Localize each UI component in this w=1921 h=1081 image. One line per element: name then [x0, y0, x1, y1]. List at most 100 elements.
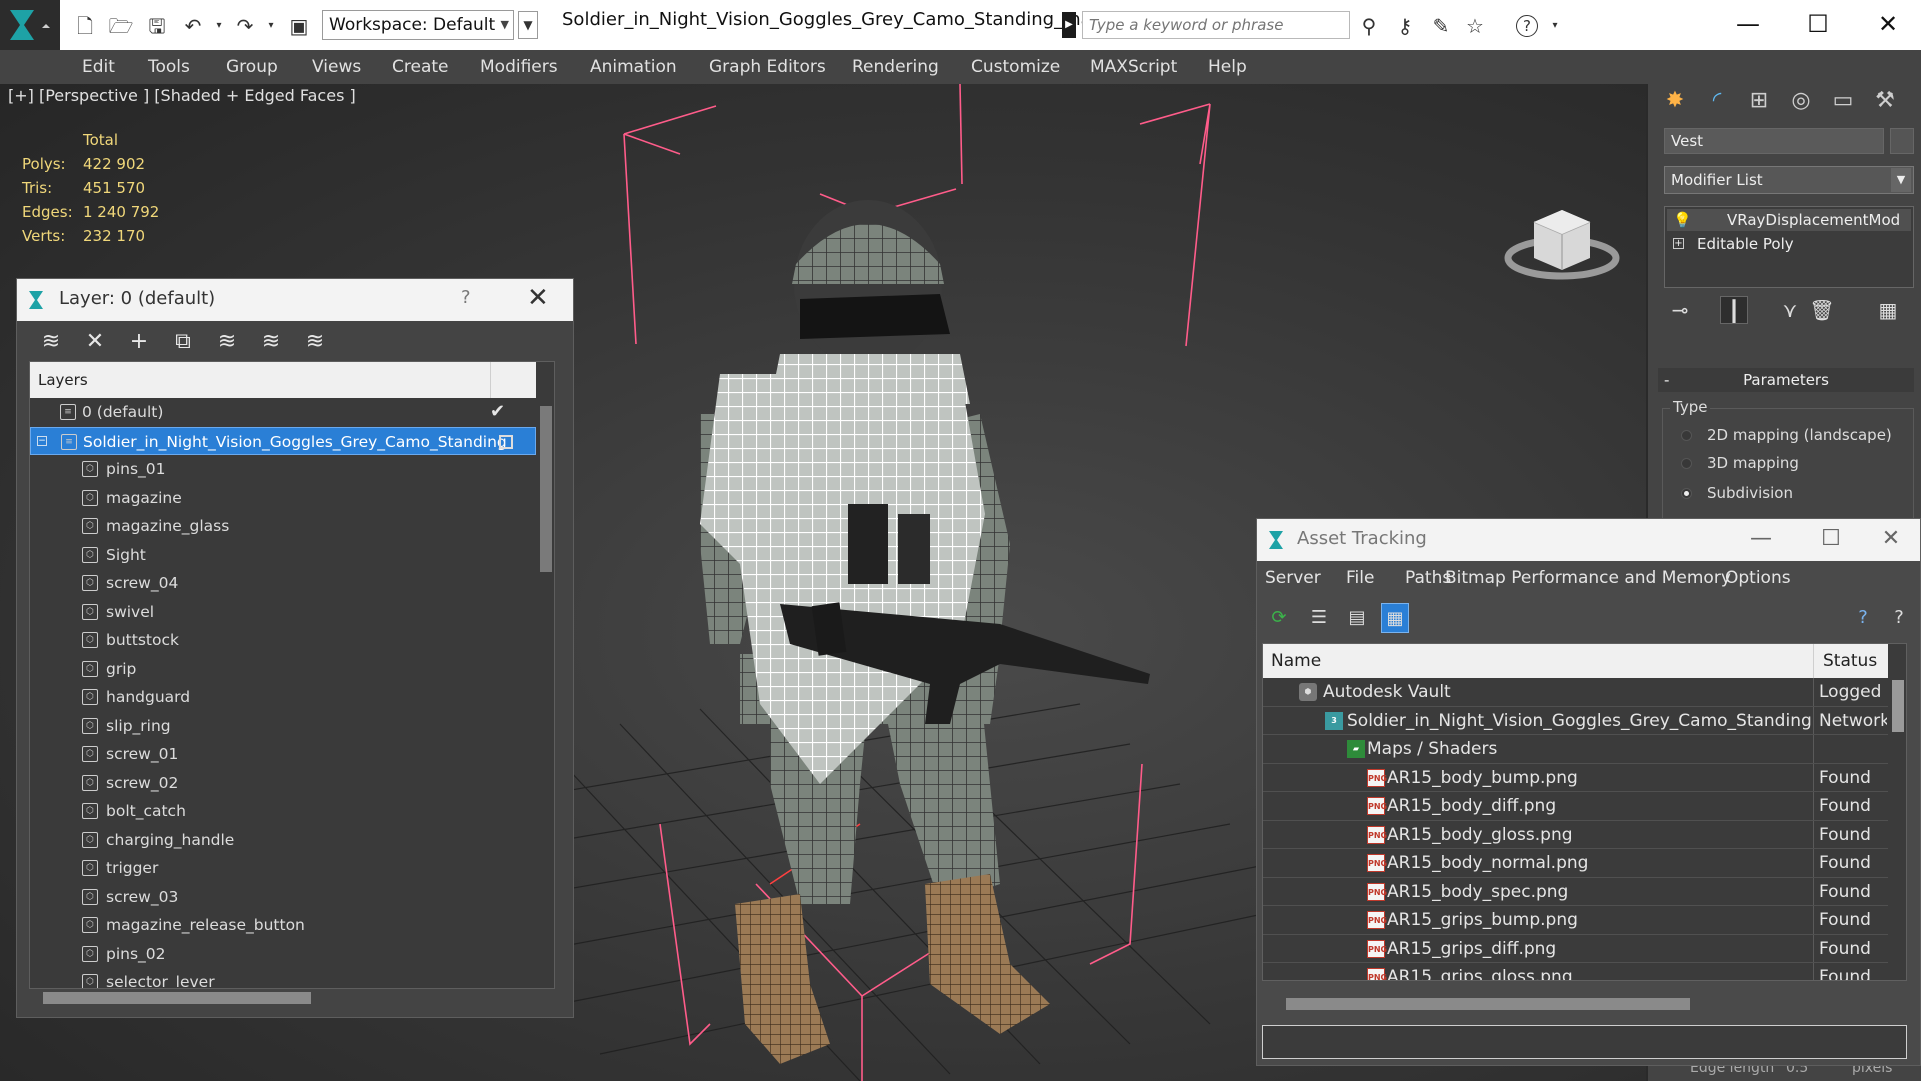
help-icon[interactable]: ?	[1516, 15, 1538, 37]
vertical-scrollbar[interactable]	[536, 398, 554, 988]
menu-rendering[interactable]: Rendering	[852, 50, 939, 84]
hierarchy-tab-icon[interactable]: ⊞	[1740, 84, 1778, 118]
app-logo-icon[interactable]	[0, 0, 60, 50]
menu-tools[interactable]: Tools	[148, 50, 190, 84]
search-expand-icon[interactable]: ▶	[1062, 12, 1076, 38]
layer-object-item[interactable]: ⬡ magazine	[30, 484, 536, 513]
scroll-thumb[interactable]	[1286, 998, 1690, 1010]
layer-object-item[interactable]: ⬡ trigger	[30, 854, 536, 883]
thumbnail-view-icon[interactable]: ▤	[1343, 603, 1371, 633]
help-icon[interactable]: ?	[1849, 603, 1877, 633]
key-icon[interactable]: ⚷	[1392, 13, 1418, 39]
undo-icon[interactable]: ↶	[180, 13, 206, 39]
menu-modifiers[interactable]: Modifiers	[480, 50, 558, 84]
select-objects-icon[interactable]: ≋	[211, 325, 243, 359]
set-current-layer-box[interactable]	[499, 434, 513, 449]
add-layer-icon[interactable]: +	[123, 325, 155, 359]
layer-object-item[interactable]: ⬡ screw_04	[30, 569, 536, 598]
search-input[interactable]	[1082, 11, 1350, 39]
asset-row-file[interactable]: PNG AR15_body_spec.png Found	[1263, 877, 1888, 906]
redo-dropdown-icon[interactable]: ▾	[258, 13, 284, 39]
hide-all-icon[interactable]: ≋	[299, 325, 331, 359]
asset-row-file[interactable]: PNG AR15_grips_gloss.png Found	[1263, 963, 1888, 980]
layer-object-item[interactable]: ⬡ charging_handle	[30, 826, 536, 855]
object-color-swatch[interactable]	[1890, 128, 1914, 154]
utilities-tab-icon[interactable]: ⚒	[1866, 84, 1904, 118]
layer-object-item[interactable]: ⬡ pins_02	[30, 940, 536, 969]
layers-column-header[interactable]: Layers	[30, 362, 536, 398]
status-column-header[interactable]: Status	[1823, 644, 1877, 678]
asset-row-scene[interactable]: 3 Soldier_in_Night_Vision_Goggles_Grey_Ca…	[1263, 706, 1888, 735]
modifier-list-dropdown[interactable]: Modifier List ▼	[1664, 166, 1914, 194]
binoculars-icon[interactable]: ⚲	[1356, 13, 1382, 39]
menu-views[interactable]: Views	[312, 50, 361, 84]
radio-subdivision[interactable]: Subdivision	[1681, 481, 1911, 505]
menu-maxscript[interactable]: MAXScript	[1090, 50, 1177, 84]
asset-row-file[interactable]: PNG AR15_body_bump.png Found	[1263, 763, 1888, 792]
refresh-icon[interactable]: ⟳	[1265, 603, 1293, 633]
add-selection-icon[interactable]: ⧉	[167, 325, 199, 359]
undo-dropdown-icon[interactable]: ▾	[206, 13, 232, 39]
delete-layer-icon[interactable]: ✕	[79, 325, 111, 359]
asset-row-file[interactable]: PNG AR15_grips_bump.png Found	[1263, 906, 1888, 935]
object-name-field[interactable]: Vest	[1664, 128, 1884, 154]
menu-edit[interactable]: Edit	[82, 50, 115, 84]
workspace-menu-icon[interactable]: ▼	[518, 11, 538, 39]
new-file-icon[interactable]: 🗋	[72, 13, 98, 39]
asset-row-file[interactable]: PNG AR15_body_gloss.png Found	[1263, 820, 1888, 849]
asset-row-file[interactable]: PNG AR15_grips_diff.png Found	[1263, 934, 1888, 963]
layer-object-item[interactable]: ⬡ selector_lever	[30, 968, 536, 988]
display-tab-icon[interactable]: ▭	[1824, 84, 1862, 118]
layer-object-item[interactable]: ⬡ handguard	[30, 683, 536, 712]
horizontal-scrollbar[interactable]	[29, 989, 555, 1007]
save-icon[interactable]: 🖫	[144, 13, 170, 39]
menu-server[interactable]: Server	[1265, 561, 1321, 595]
asset-dialog-titlebar[interactable]: Asset Tracking — ☐ ✕	[1257, 519, 1920, 561]
modify-tab-icon[interactable]: ◜	[1698, 84, 1736, 118]
horizontal-scrollbar[interactable]	[1262, 995, 1907, 1013]
asset-row-maps[interactable]: ▰ Maps / Shaders	[1263, 735, 1888, 764]
layer-row-default[interactable]: ≡ 0 (default) ✔	[30, 398, 536, 427]
layer-object-item[interactable]: ⬡ Sight	[30, 541, 536, 570]
star-icon[interactable]: ☆	[1462, 13, 1488, 39]
signin-icon[interactable]: ✎	[1428, 13, 1454, 39]
help-icon[interactable]: ?	[461, 287, 471, 308]
name-column-header[interactable]: Name	[1271, 644, 1321, 678]
parameters-rollout-header[interactable]: - Parameters	[1658, 368, 1914, 392]
layer-object-item[interactable]: ⬡ slip_ring	[30, 712, 536, 741]
menu-customize[interactable]: Customize	[971, 50, 1060, 84]
open-file-icon[interactable]: 🗁	[108, 13, 134, 39]
menu-help[interactable]: Help	[1208, 50, 1247, 84]
menu-create[interactable]: Create	[392, 50, 449, 84]
lightbulb-icon[interactable]: 💡	[1673, 209, 1692, 231]
viewport-label[interactable]: [+] [Perspective ] [Shaded + Edged Faces…	[8, 86, 356, 105]
layer-object-item[interactable]: ⬡ screw_02	[30, 769, 536, 798]
layer-object-item[interactable]: ⬡ magazine_release_button	[30, 911, 536, 940]
table-view-icon[interactable]: ▦	[1381, 603, 1409, 633]
menu-animation[interactable]: Animation	[590, 50, 677, 84]
make-unique-icon[interactable]: ⋎	[1776, 296, 1804, 324]
menu-bitmap-performance[interactable]: Bitmap Performance and Memory	[1445, 561, 1731, 595]
scroll-thumb[interactable]	[43, 992, 311, 1004]
configure-sets-icon[interactable]: ▦	[1874, 296, 1902, 324]
list-view-icon[interactable]: ☰	[1305, 603, 1333, 633]
maximize-button[interactable]: ☐	[1798, 6, 1838, 42]
close-icon[interactable]: ✕	[527, 283, 549, 313]
minimize-button[interactable]: —	[1728, 6, 1768, 42]
menu-graph-editors[interactable]: Graph Editors	[709, 50, 826, 84]
layer-dialog-titlebar[interactable]: Layer: 0 (default) ? ✕	[17, 279, 573, 321]
collapse-icon[interactable]: −	[37, 435, 47, 446]
stack-item-editable-poly[interactable]: + Editable Poly	[1667, 233, 1911, 255]
help-dropdown-icon[interactable]: ?	[1885, 603, 1913, 633]
layer-object-item[interactable]: ⬡ swivel	[30, 598, 536, 627]
close-button[interactable]: ✕	[1868, 6, 1908, 42]
pin-stack-icon[interactable]: ⊸	[1666, 296, 1694, 324]
vertical-scrollbar[interactable]	[1888, 678, 1906, 980]
layer-object-item[interactable]: ⬡ buttstock	[30, 626, 536, 655]
asset-row-file[interactable]: PNG AR15_body_diff.png Found	[1263, 792, 1888, 821]
scroll-thumb[interactable]	[540, 406, 552, 572]
layer-object-item[interactable]: ⬡ magazine_glass	[30, 512, 536, 541]
stack-item-vraydisplacement[interactable]: 💡 VRayDisplacementMod	[1667, 209, 1911, 231]
redo-icon[interactable]: ↷	[232, 13, 258, 39]
create-tab-icon[interactable]: ✸	[1656, 84, 1694, 118]
